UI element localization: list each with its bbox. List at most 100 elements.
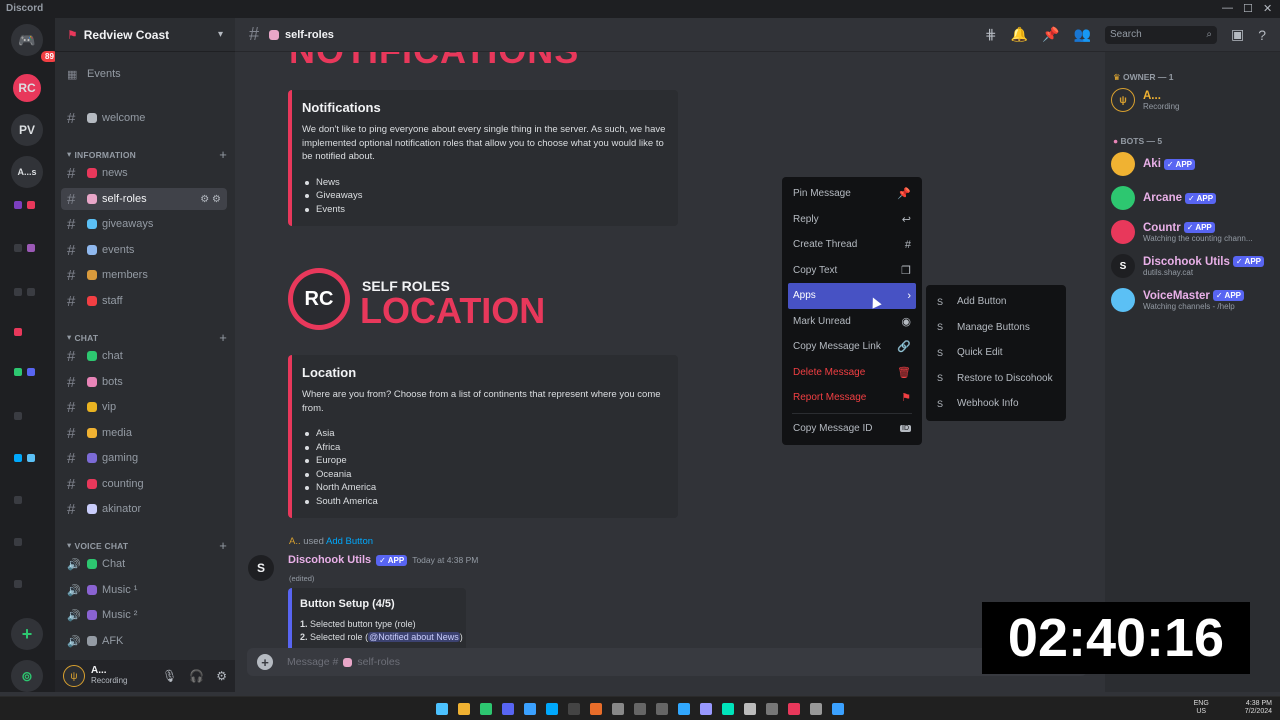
inbox-icon[interactable]: ▣ xyxy=(1231,26,1244,43)
server-folder-1b[interactable] xyxy=(27,201,35,209)
member-voicemaster[interactable]: VoiceMaster ✓ APP Watching channels - /hel… xyxy=(1111,288,1244,312)
app-taskbar-icon[interactable] xyxy=(744,703,756,715)
bell-icon[interactable]: 🔔 xyxy=(1011,26,1028,43)
channel-events[interactable]: # events xyxy=(61,239,227,261)
member-aki[interactable]: Aki ✓ APP xyxy=(1111,152,1195,176)
server-icon-pv[interactable]: PV xyxy=(11,114,43,146)
category-chat[interactable]: ▾ CHAT + xyxy=(67,330,227,345)
menu-reply[interactable]: Reply ↩ xyxy=(788,207,916,233)
channel-counting[interactable]: # counting xyxy=(61,473,227,495)
menu-report-message[interactable]: Report Message ⚑ xyxy=(788,385,916,411)
server-folder-2b[interactable] xyxy=(27,244,35,252)
submenu-manage-buttons[interactable]: S Manage Buttons xyxy=(932,315,1060,341)
add-channel-button[interactable]: + xyxy=(219,330,227,345)
voice-channel-music-2[interactable]: 🔊 Music ² xyxy=(61,604,227,626)
system-tray[interactable]: ENG US 4:38 PM 7/2/2024 xyxy=(1194,700,1272,716)
minimize-button[interactable]: — xyxy=(1222,2,1233,14)
app-taskbar-icon[interactable] xyxy=(656,703,668,715)
user-avatar[interactable]: ψ xyxy=(63,665,85,687)
search-input[interactable]: Search ⌕ xyxy=(1104,25,1217,44)
close-button[interactable]: ✕ xyxy=(1263,2,1272,15)
channel-bots[interactable]: # bots xyxy=(61,371,227,393)
member-arcane[interactable]: Arcane ✓ APP xyxy=(1111,186,1217,210)
channel-settings-icon[interactable]: ⚙ ⚙ xyxy=(200,194,221,205)
app-taskbar-icon[interactable] xyxy=(612,703,624,715)
channel-staff[interactable]: # staff xyxy=(61,290,227,312)
app-taskbar-icon[interactable] xyxy=(788,703,800,715)
reply-user[interactable]: A.. xyxy=(289,536,301,547)
channel-welcome[interactable]: # welcome xyxy=(61,107,227,129)
channel-gaming[interactable]: # gaming xyxy=(61,447,227,469)
after-effects-icon[interactable] xyxy=(700,703,712,715)
menu-copy-message-link[interactable]: Copy Message Link 🔗 xyxy=(788,334,916,360)
menu-delete-message[interactable]: Delete Message 🗑 xyxy=(788,360,916,386)
menu-copy-message-id[interactable]: Copy Message ID ID xyxy=(788,416,916,442)
server-folder-1[interactable] xyxy=(14,201,22,209)
member-countr[interactable]: Countr ✓ APP Watching the counting chann..… xyxy=(1111,220,1253,244)
server-folder-2[interactable] xyxy=(14,244,22,252)
category-voice-chat[interactable]: ▾ VOICE CHAT + xyxy=(67,538,227,553)
server-header[interactable]: ⚑ Redview Coast ▾ xyxy=(55,18,235,52)
app-taskbar-icon[interactable] xyxy=(524,703,536,715)
menu-mark-unread[interactable]: Mark Unread ◉ xyxy=(788,309,916,335)
photoshop-icon[interactable] xyxy=(678,703,690,715)
voice-channel-afk[interactable]: 🔊 AFK xyxy=(61,630,227,652)
message-composer[interactable]: + Message # self-roles xyxy=(247,648,1087,676)
channel-media[interactable]: # media xyxy=(61,422,227,444)
pin-icon[interactable]: 📌 xyxy=(1042,26,1059,43)
command-link[interactable]: Add Button xyxy=(326,536,373,547)
headphones-icon[interactable]: 🎧 xyxy=(189,669,204,683)
add-channel-button[interactable]: + xyxy=(219,147,227,162)
message-author[interactable]: Discohook Utils xyxy=(288,554,371,566)
menu-create-thread[interactable]: Create Thread # xyxy=(788,232,916,258)
app-taskbar-icon[interactable] xyxy=(832,703,844,715)
discord-taskbar-icon[interactable] xyxy=(502,703,514,715)
channel-self-roles[interactable]: # self-roles ⚙ ⚙ xyxy=(61,188,227,210)
app-taskbar-icon[interactable] xyxy=(590,703,602,715)
attach-plus-icon[interactable]: + xyxy=(257,654,273,670)
add-channel-button[interactable]: + xyxy=(219,538,227,553)
audition-icon[interactable] xyxy=(722,703,734,715)
windows-start-icon[interactable] xyxy=(436,703,448,715)
app-taskbar-icon[interactable] xyxy=(568,703,580,715)
server-folder-4[interactable] xyxy=(14,328,22,336)
menu-apps[interactable]: Apps › xyxy=(788,283,916,309)
server-folder-9[interactable] xyxy=(14,538,22,546)
maximize-button[interactable]: ☐ xyxy=(1243,2,1253,15)
channel-vip[interactable]: # vip xyxy=(61,396,227,418)
submenu-webhook-info[interactable]: S Webhook Info xyxy=(932,391,1060,417)
events-link[interactable]: ▦ Events xyxy=(61,63,227,85)
server-folder-5[interactable] xyxy=(27,368,35,376)
add-server-button[interactable]: + xyxy=(11,618,43,650)
app-taskbar-icon[interactable] xyxy=(546,703,558,715)
channel-members[interactable]: # members xyxy=(61,264,227,286)
server-folder-10[interactable] xyxy=(14,580,22,588)
channel-chat[interactable]: # chat xyxy=(61,345,227,367)
server-folder-5b[interactable] xyxy=(14,368,22,376)
server-folder-7[interactable] xyxy=(14,454,22,462)
app-taskbar-icon[interactable] xyxy=(766,703,778,715)
explore-button[interactable]: ⊚ xyxy=(11,660,43,692)
server-icon-as[interactable]: A...s xyxy=(11,156,43,188)
menu-pin-message[interactable]: Pin Message 📌 xyxy=(788,181,916,207)
bot-avatar[interactable]: S xyxy=(248,555,274,581)
voice-channel-chat[interactable]: 🔊 Chat xyxy=(61,553,227,575)
browser-icon[interactable] xyxy=(480,703,492,715)
member-discohook-utils[interactable]: S Discohook Utils ✓ APP dutils.shay.cat xyxy=(1111,254,1264,278)
server-folder-3[interactable] xyxy=(14,288,22,296)
app-taskbar-icon[interactable] xyxy=(810,703,822,715)
channel-akinator[interactable]: # akinator xyxy=(61,498,227,520)
file-explorer-icon[interactable] xyxy=(458,703,470,715)
home-button[interactable]: 🎮 89 xyxy=(11,24,60,64)
submenu-quick-edit[interactable]: S Quick Edit xyxy=(932,340,1060,366)
channel-news[interactable]: # news xyxy=(61,162,227,184)
server-icon-rc[interactable]: RC xyxy=(11,72,43,104)
gear-icon[interactable]: ⚙ xyxy=(216,669,227,683)
category-information[interactable]: ▾ INFORMATION + xyxy=(67,147,227,162)
submenu-add-button[interactable]: S Add Button xyxy=(932,289,1060,315)
channel-giveaways[interactable]: # giveaways xyxy=(61,213,227,235)
help-icon[interactable]: ? xyxy=(1258,27,1266,43)
members-icon[interactable]: 👥 xyxy=(1074,26,1091,43)
submenu-restore-to-discohook[interactable]: S Restore to Discohook xyxy=(932,366,1060,392)
threads-icon[interactable]: ⋕ xyxy=(985,26,997,43)
